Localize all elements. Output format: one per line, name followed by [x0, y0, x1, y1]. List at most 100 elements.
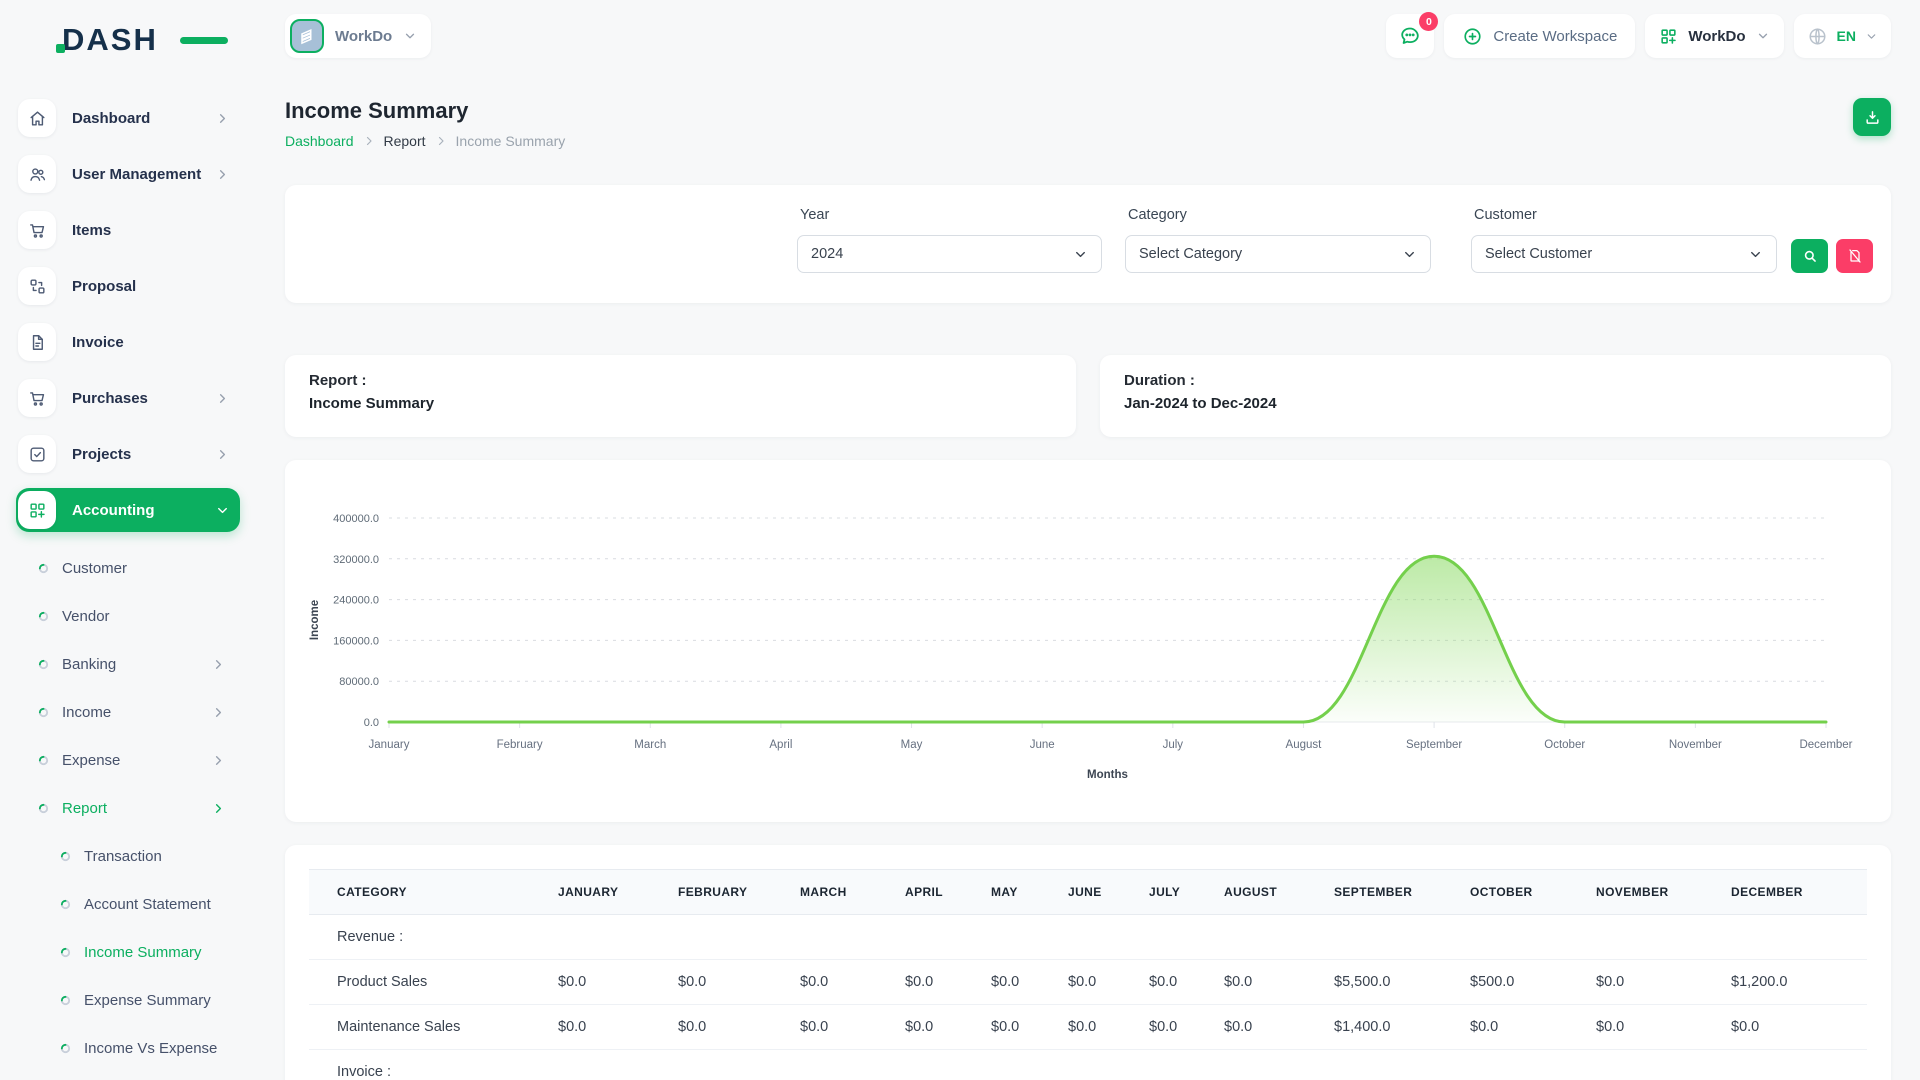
messages-badge: 0 [1419, 12, 1438, 31]
svg-text:400000.0: 400000.0 [333, 513, 379, 525]
sidebar-item-banking[interactable]: Banking [16, 640, 240, 688]
bullet-ring-icon [38, 707, 49, 718]
sidebar-item-proposal[interactable]: Proposal [16, 264, 240, 308]
sidebar-item-account-statement[interactable]: Account Statement [16, 880, 240, 928]
table-section-row: Revenue : [309, 915, 1867, 960]
brand-logo[interactable]: DASH [62, 22, 202, 62]
reset-filter-button[interactable] [1836, 239, 1873, 273]
download-icon [1864, 109, 1881, 126]
table-cell: $0.0 [991, 1005, 1068, 1050]
chevron-down-icon [1865, 30, 1878, 43]
workspace-pill[interactable]: WorkDo [285, 14, 431, 58]
language-label: EN [1837, 28, 1856, 44]
chevron-down-icon [215, 503, 230, 518]
category-select[interactable]: Select Category [1125, 235, 1431, 273]
sidebar-item-income[interactable]: Income [16, 688, 240, 736]
table-section-row: Invoice : [309, 1050, 1867, 1080]
table-header-cell: NOVEMBER [1596, 869, 1731, 915]
svg-text:July: July [1163, 739, 1184, 751]
brand-name: DASH [62, 22, 158, 57]
svg-text:May: May [901, 739, 923, 751]
table-cell: $0.0 [558, 960, 678, 1005]
table-cell: $0.0 [1068, 1005, 1149, 1050]
language-selector[interactable]: EN [1794, 14, 1891, 58]
year-filter: Year 2024 [797, 207, 1102, 273]
category-label: Category [1125, 207, 1431, 223]
chevron-right-icon [215, 391, 230, 406]
header-actions: 0 Create Workspace WorkDo [1386, 14, 1891, 58]
table-header-cell: CATEGORY [309, 869, 558, 915]
report-label: Report : [309, 370, 1052, 391]
workspace-switcher[interactable]: WorkDo [1645, 14, 1783, 58]
customer-label: Customer [1471, 207, 1777, 223]
table-cell: $0.0 [1149, 960, 1224, 1005]
cart-icon [18, 211, 56, 249]
sidebar-item-vendor[interactable]: Vendor [16, 592, 240, 640]
breadcrumb-report[interactable]: Report [384, 133, 426, 149]
swap-icon [18, 267, 56, 305]
table-header-cell: OCTOBER [1470, 869, 1596, 915]
create-workspace-label: Create Workspace [1493, 28, 1617, 45]
svg-text:Months: Months [1087, 769, 1128, 781]
breadcrumb-current: Income Summary [456, 133, 566, 149]
svg-text:March: March [634, 739, 666, 751]
breadcrumb-dashboard[interactable]: Dashboard [285, 133, 354, 149]
download-button[interactable] [1853, 98, 1891, 136]
building-icon [290, 19, 324, 53]
sidebar-item-items[interactable]: Items [16, 208, 240, 252]
svg-text:0.0: 0.0 [364, 717, 379, 729]
report-card: Report : Income Summary [285, 355, 1076, 437]
table-cell: $0.0 [678, 1005, 800, 1050]
customer-select[interactable]: Select Customer [1471, 235, 1777, 273]
svg-text:December: December [1799, 739, 1852, 751]
create-workspace-button[interactable]: Create Workspace [1444, 14, 1635, 58]
sidebar-item-purchases[interactable]: Purchases [16, 376, 240, 420]
table-cell: $0.0 [1596, 960, 1731, 1005]
svg-text:160000.0: 160000.0 [333, 635, 379, 647]
sidebar-item-expense[interactable]: Expense [16, 736, 240, 784]
sidebar-item-invoice[interactable]: Invoice [16, 320, 240, 364]
table-cell: $500.0 [1470, 960, 1596, 1005]
sidebar-item-dashboard[interactable]: Dashboard [16, 96, 240, 140]
sidebar-item-income-summary[interactable]: Income Summary [16, 928, 240, 976]
table-header-cell: JANUARY [558, 869, 678, 915]
sidebar-item-expense-summary[interactable]: Expense Summary [16, 976, 240, 1024]
table-row-label: Product Sales [309, 960, 558, 1005]
grid-plus-icon [18, 491, 56, 529]
sidebar-item-accounting[interactable]: Accounting [16, 488, 240, 532]
globe-icon [1807, 26, 1828, 47]
chevron-right-icon [215, 167, 230, 182]
income-chart-card: 0.080000.0160000.0240000.0320000.0400000… [285, 460, 1891, 822]
breadcrumb: Dashboard Report Income Summary [285, 133, 565, 149]
sidebar-item-customer[interactable]: Customer [16, 544, 240, 592]
duration-card: Duration : Jan-2024 to Dec-2024 [1100, 355, 1891, 437]
svg-text:80000.0: 80000.0 [339, 676, 379, 688]
top-header: WorkDo 0 Create Workspace [285, 0, 1891, 64]
chat-icon [1398, 24, 1422, 48]
table-header-cell: SEPTEMBER [1334, 869, 1470, 915]
category-value: Select Category [1139, 246, 1242, 262]
plus-circle-icon [1462, 26, 1483, 47]
table-cell: $0.0 [558, 1005, 678, 1050]
messages-button[interactable]: 0 [1386, 14, 1434, 58]
table-cell: $0.0 [1224, 960, 1334, 1005]
table-cell: $0.0 [905, 960, 991, 1005]
svg-text:January: January [369, 739, 410, 751]
search-button[interactable] [1791, 239, 1828, 273]
table-cell: $0.0 [1068, 960, 1149, 1005]
sidebar-item-projects[interactable]: Projects [16, 432, 240, 476]
workspace-switcher-label: WorkDo [1688, 28, 1745, 45]
bullet-ring-icon [60, 947, 71, 958]
svg-text:Income: Income [309, 600, 321, 640]
table-cell: $0.0 [905, 1005, 991, 1050]
year-select[interactable]: 2024 [797, 235, 1102, 273]
sidebar-item-transaction[interactable]: Transaction [16, 832, 240, 880]
sidebar-item-report[interactable]: Report [16, 784, 240, 832]
chevron-right-icon [215, 447, 230, 462]
chevron-down-icon [403, 29, 417, 43]
sidebar-item-user-management[interactable]: User Management [16, 152, 240, 196]
file-icon [18, 323, 56, 361]
bullet-ring-icon [38, 563, 49, 574]
table-cell: $0.0 [678, 960, 800, 1005]
sidebar-item-income-vs-expense[interactable]: Income Vs Expense [16, 1024, 240, 1072]
